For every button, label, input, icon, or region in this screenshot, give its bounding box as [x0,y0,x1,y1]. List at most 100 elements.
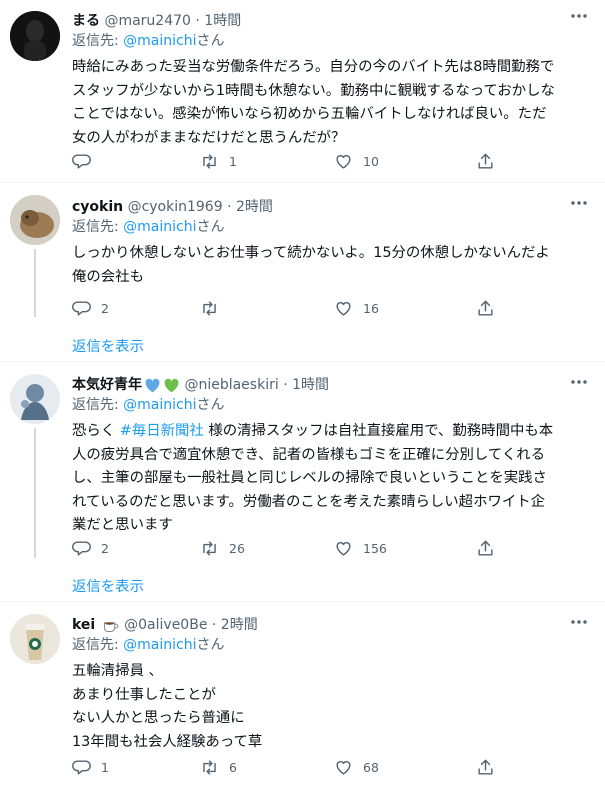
handle[interactable]: @0alive0Be [124,617,207,633]
tweet-text: 恐らく #毎日新聞社 様の清掃スタッフは自社直接雇用で、勤務時間中も本 人の疲労… [72,420,591,538]
reply-button[interactable] [72,150,101,172]
text-line: 業だと思います [72,517,173,533]
avatar-image [10,195,60,245]
reply-button[interactable]: 1 [72,756,109,778]
retweet-button[interactable]: 6 [200,756,237,778]
avatar[interactable] [10,374,60,424]
timestamp[interactable]: 1時間 [204,13,241,29]
tweet-header: kei @0alive0Be · 2時間 [72,616,591,634]
reply-mention[interactable]: @mainichi [123,637,196,653]
retweet-button[interactable]: 1 [200,150,237,172]
avatar-image [10,11,60,61]
tweet-1[interactable]: まる @maru2470 · 1時間 返信先: @mainichiさん 時給にみ… [0,0,605,183]
reply-count: 1 [101,759,109,775]
text-line: スタッフが少ないから1時間も休憩ない。勤務中に観戦するなっておかしな [72,82,555,99]
reply-mention[interactable]: @mainichi [123,219,196,235]
retweet-button[interactable] [200,297,229,319]
share-icon [476,152,495,171]
handle[interactable]: @nieblaeskiri [184,377,278,393]
reply-icon [72,299,91,318]
like-button[interactable]: 68 [334,756,379,778]
timestamp[interactable]: 1時間 [292,377,329,393]
retweet-button[interactable]: 26 [200,537,245,559]
thread-line [34,428,36,558]
retweet-icon [200,152,219,171]
text-line: 女の人がわがままなだけだと思うんだが？ [72,129,346,146]
tweet-3[interactable]: 本気好青年 @nieblaeskiri · 1時間 返信先: @mainichi… [0,362,605,602]
tweet-4[interactable]: kei @0alive0Be · 2時間 返信先: @mainichiさん 五輪… [0,602,605,789]
share-button[interactable] [476,756,495,778]
avatar[interactable] [10,195,60,245]
reply-context: 返信先: @mainichiさん [72,396,591,414]
more-options-icon[interactable] [569,10,589,22]
reply-mention[interactable]: @mainichi [123,397,196,413]
retweet-icon [200,539,219,558]
handle[interactable]: @maru2470 [104,13,190,29]
green-heart-icon [164,378,179,392]
like-icon [334,299,353,318]
reply-button[interactable]: 2 [72,537,109,559]
reply-prefix: 返信先: [72,637,124,653]
retweet-count: 26 [229,540,245,556]
tweet-text: しっかり休憩しないとお仕事って続かないよ。15分の休憩しかないんだよ 俺の会社も [72,242,591,289]
show-replies-link[interactable]: 返信を表示 [72,335,144,356]
like-icon [334,539,353,558]
blue-heart-icon [145,378,160,392]
retweet-count: 6 [229,759,237,775]
tweet-2[interactable]: cyokin @cyokin1969 · 2時間 返信先: @mainichiさ… [0,183,605,362]
thread-line [34,249,36,317]
reply-suffix: さん [196,397,225,413]
hashtag-link[interactable]: #毎日新聞社 [120,423,204,439]
reply-prefix: 返信先: [72,219,124,235]
text-line: 俺の会社も [72,268,144,285]
avatar-image [10,614,60,664]
display-name[interactable]: cyokin [72,199,123,215]
timestamp[interactable]: 2時間 [236,199,273,215]
reply-suffix: さん [196,637,225,653]
share-button[interactable] [476,150,495,172]
like-count: 68 [363,759,379,775]
more-options-icon[interactable] [569,197,589,209]
avatar-image [10,374,60,424]
timestamp[interactable]: 2時間 [221,617,258,633]
text-line: 恐らく #毎日新聞社 様の清掃スタッフは自社直接雇用で、勤務時間中も本 [72,420,591,444]
share-icon [476,758,495,777]
text-line: し、主筆の部屋も一般社員と同じレベルの掃除で良いということを実践さ [72,470,547,486]
text-segment: 恐らく [72,423,120,439]
reply-icon [72,152,91,171]
more-options-icon[interactable] [569,616,589,628]
text-line: ない人かと思ったら普通に [72,710,245,726]
tweet-header: まる @maru2470 · 1時間 [72,12,591,30]
like-button[interactable]: 16 [334,297,379,319]
like-icon [334,152,353,171]
show-replies-link[interactable]: 返信を表示 [72,575,144,596]
text-line: あまり仕事したことが [72,686,216,703]
separator: · [211,617,217,633]
tweet-header: cyokin @cyokin1969 · 2時間 [72,198,591,216]
avatar[interactable] [10,11,60,61]
separator: · [283,377,288,393]
display-name[interactable]: まる [72,13,100,29]
reply-button[interactable]: 2 [72,297,109,319]
like-button[interactable]: 10 [334,150,379,172]
reply-mention[interactable]: @mainichi [123,33,196,49]
share-button[interactable] [476,297,495,319]
retweet-icon [200,758,219,777]
display-name[interactable]: kei [72,617,95,633]
like-button[interactable]: 156 [334,537,387,559]
more-options-icon[interactable] [569,376,589,388]
text-line: 13年間も社会人経験あって草 [72,733,263,750]
handle[interactable]: @cyokin1969 [128,199,223,215]
reply-context: 返信先: @mainichiさん [72,218,591,236]
reply-suffix: さん [196,33,225,49]
tweet-text: 五輪清掃員 、 あまり仕事したことが ない人かと思ったら普通に 13年間も社会人… [72,660,591,754]
reply-prefix: 返信先: [72,397,124,413]
text-segment: 様の清掃スタッフは自社直接雇用で、勤務時間中も本 [203,423,554,439]
share-icon [476,299,495,318]
reply-context: 返信先: @mainichiさん [72,32,591,50]
display-name[interactable]: 本気好青年 [72,377,142,393]
like-count: 16 [363,300,379,316]
share-button[interactable] [476,537,495,559]
reply-icon [72,758,91,777]
avatar[interactable] [10,614,60,664]
